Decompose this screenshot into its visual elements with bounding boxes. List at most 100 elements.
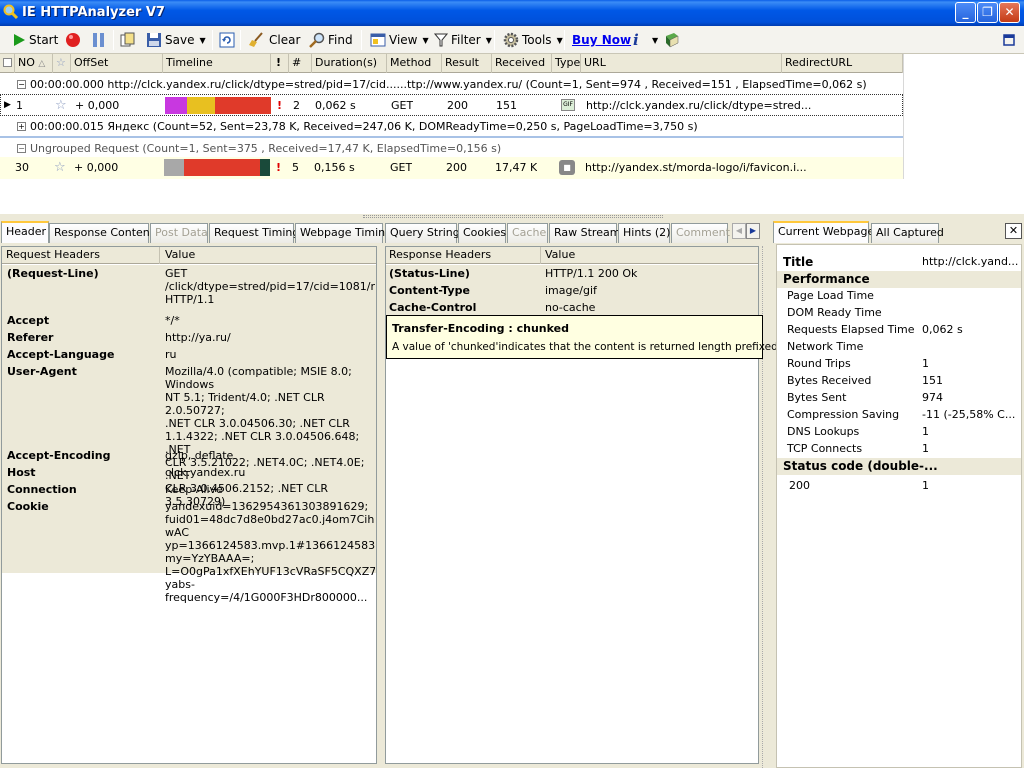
tab-current-webpage[interactable]: Current Webpage bbox=[773, 221, 874, 243]
header-value: no-cache bbox=[545, 301, 596, 314]
filter-button[interactable]: Filter ▼ bbox=[434, 29, 492, 51]
performance-row[interactable]: Compression Saving -11 (-25,58% C... bbox=[777, 407, 1021, 424]
performance-row[interactable]: Requests Elapsed Time 0,062 s bbox=[777, 322, 1021, 339]
copy-button[interactable] bbox=[120, 29, 136, 51]
tab-cookies[interactable]: Cookies bbox=[458, 223, 506, 243]
request-header-row[interactable]: Accept */* bbox=[2, 314, 376, 331]
tab-query-string[interactable]: Query String bbox=[385, 223, 460, 243]
metric-name: TCP Connects bbox=[787, 442, 863, 455]
collapse-icon[interactable]: − bbox=[17, 144, 26, 153]
column-header-no[interactable]: NO △ bbox=[15, 54, 53, 73]
refresh-button[interactable] bbox=[219, 29, 235, 51]
buy-now-link[interactable]: Buy Now bbox=[572, 29, 631, 51]
start-label: Start bbox=[29, 33, 59, 47]
header-value: gzip, deflate bbox=[165, 449, 234, 462]
column-header-type[interactable]: Type bbox=[552, 54, 581, 73]
column-header-timeline[interactable]: Timeline bbox=[163, 54, 271, 73]
request-headers-column[interactable]: Request Headers bbox=[6, 247, 100, 263]
header-value: ru bbox=[165, 348, 177, 361]
info-icon[interactable]: i bbox=[633, 29, 639, 51]
clear-label: Clear bbox=[269, 33, 301, 47]
performance-row[interactable]: Page Load Time bbox=[777, 288, 1021, 305]
pause-button[interactable] bbox=[92, 29, 106, 51]
response-headers-column[interactable]: Response Headers bbox=[389, 247, 491, 263]
request-value-column[interactable]: Value bbox=[165, 247, 195, 263]
tab-scroll-left-button[interactable]: ◀ bbox=[732, 223, 746, 239]
header-value: http://ya.ru/ bbox=[165, 331, 231, 344]
performance-row[interactable]: TCP Connects 1 bbox=[777, 441, 1021, 458]
header-name: Cookie bbox=[7, 500, 49, 513]
tab-header[interactable]: Header bbox=[1, 221, 49, 243]
horizontal-splitter[interactable] bbox=[0, 214, 1024, 220]
request-header-row[interactable]: Host clck.yandex.ru bbox=[2, 466, 376, 483]
request-header-row[interactable]: Connection Keep-Alive bbox=[2, 483, 376, 500]
header-name: Content-Type bbox=[389, 284, 470, 297]
request-header-row[interactable]: (Request-Line) GET /click/dtype=stred/pid… bbox=[2, 267, 376, 311]
tab-response-content[interactable]: Response Content bbox=[49, 223, 154, 243]
table-row[interactable]: ▶ 1 ☆ + 0,000 ! 2 0,062 s GET 200 151 GI… bbox=[0, 94, 903, 116]
column-header-count[interactable]: # bbox=[289, 54, 312, 73]
column-header-method[interactable]: Method bbox=[387, 54, 442, 73]
tab-scroll-right-button[interactable]: ▶ bbox=[746, 223, 760, 239]
tab-comment[interactable]: Comment bbox=[671, 223, 730, 243]
info-dropdown[interactable]: ▼ bbox=[650, 29, 658, 51]
tab-raw-stream[interactable]: Raw Stream bbox=[549, 223, 620, 243]
performance-row[interactable]: Bytes Sent 974 bbox=[777, 390, 1021, 407]
group-row[interactable]: + 00:00:00.015 Яндекс (Count=52, Sent=23… bbox=[0, 116, 903, 138]
request-header-row[interactable]: User-Agent Mozilla/4.0 (compatible; MSIE … bbox=[2, 365, 376, 508]
metric-value: 151 bbox=[922, 374, 943, 387]
book-button[interactable] bbox=[664, 29, 680, 51]
column-header-result[interactable]: Result bbox=[442, 54, 492, 73]
performance-row[interactable]: Round Trips 1 bbox=[777, 356, 1021, 373]
column-header-duration[interactable]: Duration(s) bbox=[312, 54, 387, 73]
tab-hints[interactable]: Hints (2) bbox=[618, 223, 670, 243]
table-row[interactable]: 30 ☆ + 0,000 ! 5 0,156 s GET 200 17,47 K… bbox=[0, 157, 903, 179]
column-header-url[interactable]: URL bbox=[581, 54, 782, 73]
tab-all-captured[interactable]: All Captured bbox=[871, 223, 944, 243]
request-header-row[interactable]: Accept-Encoding gzip, deflate bbox=[2, 449, 376, 466]
clear-button[interactable]: Clear bbox=[248, 29, 300, 51]
dock-button[interactable] bbox=[1003, 29, 1015, 51]
header-name: Connection bbox=[7, 483, 77, 496]
performance-row[interactable]: DNS Lookups 1 bbox=[777, 424, 1021, 441]
close-pane-button[interactable]: ✕ bbox=[1005, 223, 1022, 239]
status-code-section[interactable]: Status code (double-... bbox=[777, 458, 1021, 475]
minimize-button[interactable]: _ bbox=[955, 2, 976, 23]
performance-row[interactable]: DOM Ready Time bbox=[777, 305, 1021, 322]
column-header-received[interactable]: Received bbox=[492, 54, 552, 73]
column-header-redirect-url[interactable]: RedirectURL bbox=[782, 54, 903, 73]
performance-row[interactable]: Network Time bbox=[777, 339, 1021, 356]
tab-post-data[interactable]: Post Data bbox=[150, 223, 208, 243]
save-button[interactable]: Save ▼ bbox=[146, 29, 206, 51]
find-button[interactable]: Find bbox=[309, 29, 353, 51]
response-header-row[interactable]: Content-Type image/gif bbox=[386, 284, 758, 301]
expand-icon[interactable]: + bbox=[17, 122, 26, 131]
column-header-offset[interactable]: OffSet bbox=[71, 54, 163, 73]
request-header-row[interactable]: Referer http://ya.ru/ bbox=[2, 331, 376, 348]
start-button[interactable]: Start bbox=[12, 29, 58, 51]
header-checkbox[interactable] bbox=[0, 54, 15, 73]
star-icon[interactable]: ☆ bbox=[55, 95, 67, 115]
row-url: http://yandex.st/morda-logo/i/favicon.i.… bbox=[585, 161, 807, 174]
row-method: GET bbox=[390, 161, 413, 174]
star-icon[interactable]: ☆ bbox=[54, 157, 66, 178]
response-header-row[interactable]: (Status-Line) HTTP/1.1 200 Ok bbox=[386, 267, 758, 284]
tools-button[interactable]: Tools ▼ bbox=[503, 29, 563, 51]
request-header-row[interactable]: Cookie yandexuid=1362954361303891629; fui… bbox=[2, 500, 376, 604]
restore-button[interactable]: ❐ bbox=[977, 2, 998, 23]
tab-request-timing[interactable]: Request Timing bbox=[209, 223, 299, 243]
request-header-row[interactable]: Accept-Language ru bbox=[2, 348, 376, 365]
performance-section[interactable]: Performance bbox=[777, 271, 1021, 288]
tab-cache[interactable]: Cache bbox=[507, 223, 548, 243]
collapse-icon[interactable]: − bbox=[17, 80, 26, 89]
close-button[interactable]: ✕ bbox=[999, 2, 1020, 23]
column-header-alert[interactable]: ! bbox=[271, 54, 289, 73]
row-count: 5 bbox=[292, 161, 299, 174]
response-value-column[interactable]: Value bbox=[545, 247, 575, 263]
view-button[interactable]: View ▼ bbox=[370, 29, 429, 51]
group-row[interactable]: − 00:00:00.000 http://clck.yandex.ru/cli… bbox=[0, 74, 903, 96]
performance-row[interactable]: Bytes Received 151 bbox=[777, 373, 1021, 390]
stop-button[interactable] bbox=[65, 29, 81, 51]
star-column-header[interactable]: ☆ bbox=[53, 54, 71, 73]
tab-webpage-timing[interactable]: Webpage Timing bbox=[295, 223, 392, 243]
